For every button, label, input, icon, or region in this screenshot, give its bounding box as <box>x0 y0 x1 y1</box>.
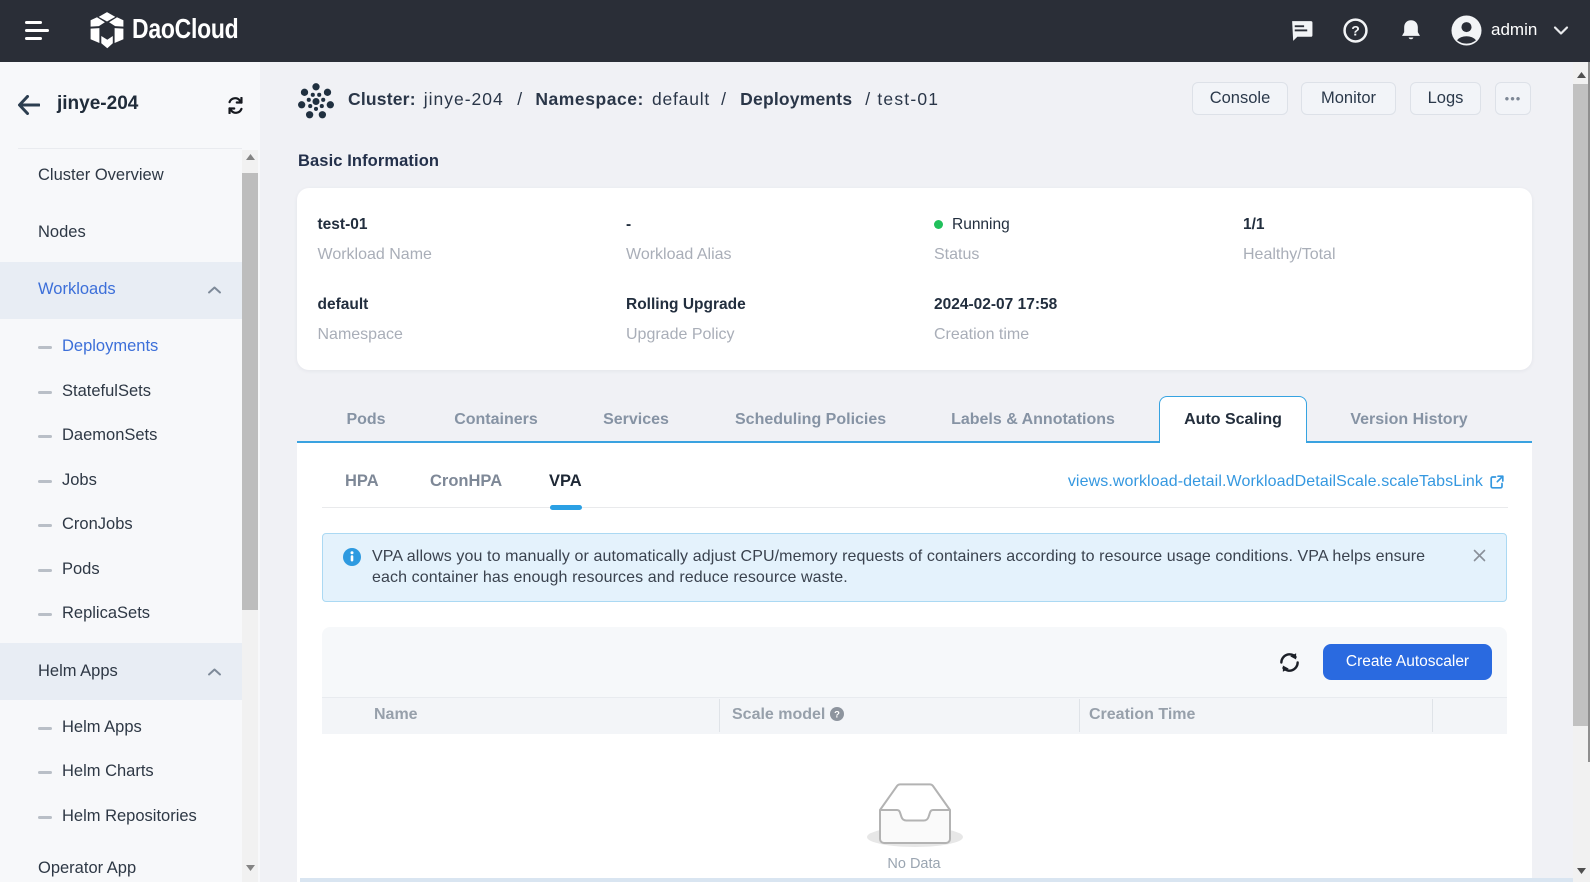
svg-text:?: ? <box>834 709 840 720</box>
svg-text:?: ? <box>1351 22 1360 38</box>
